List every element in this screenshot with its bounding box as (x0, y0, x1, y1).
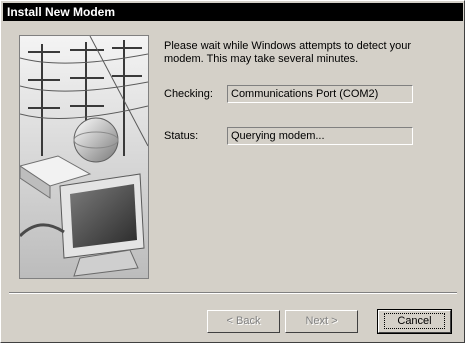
back-button[interactable]: < Back (207, 310, 280, 333)
checking-field: Communications Port (COM2) (227, 85, 413, 103)
wizard-illustration (19, 35, 149, 279)
cancel-button[interactable]: Cancel (377, 309, 452, 334)
checking-label: Checking: (164, 88, 213, 100)
separator (9, 292, 457, 294)
back-button-label: < Back (226, 315, 261, 327)
instruction-text: Please wait while Windows attempts to de… (164, 40, 412, 65)
cancel-button-label: Cancel (384, 313, 445, 329)
install-modem-dialog: Install New Modem Please wait while Wind… (0, 0, 465, 343)
title-bar[interactable]: Install New Modem (3, 3, 463, 21)
status-label: Status: (164, 130, 199, 142)
status-field: Querying modem... (227, 127, 413, 145)
dialog-title: Install New Modem (7, 5, 116, 19)
next-button[interactable]: Next > (285, 310, 358, 333)
next-button-label: Next > (305, 315, 338, 327)
